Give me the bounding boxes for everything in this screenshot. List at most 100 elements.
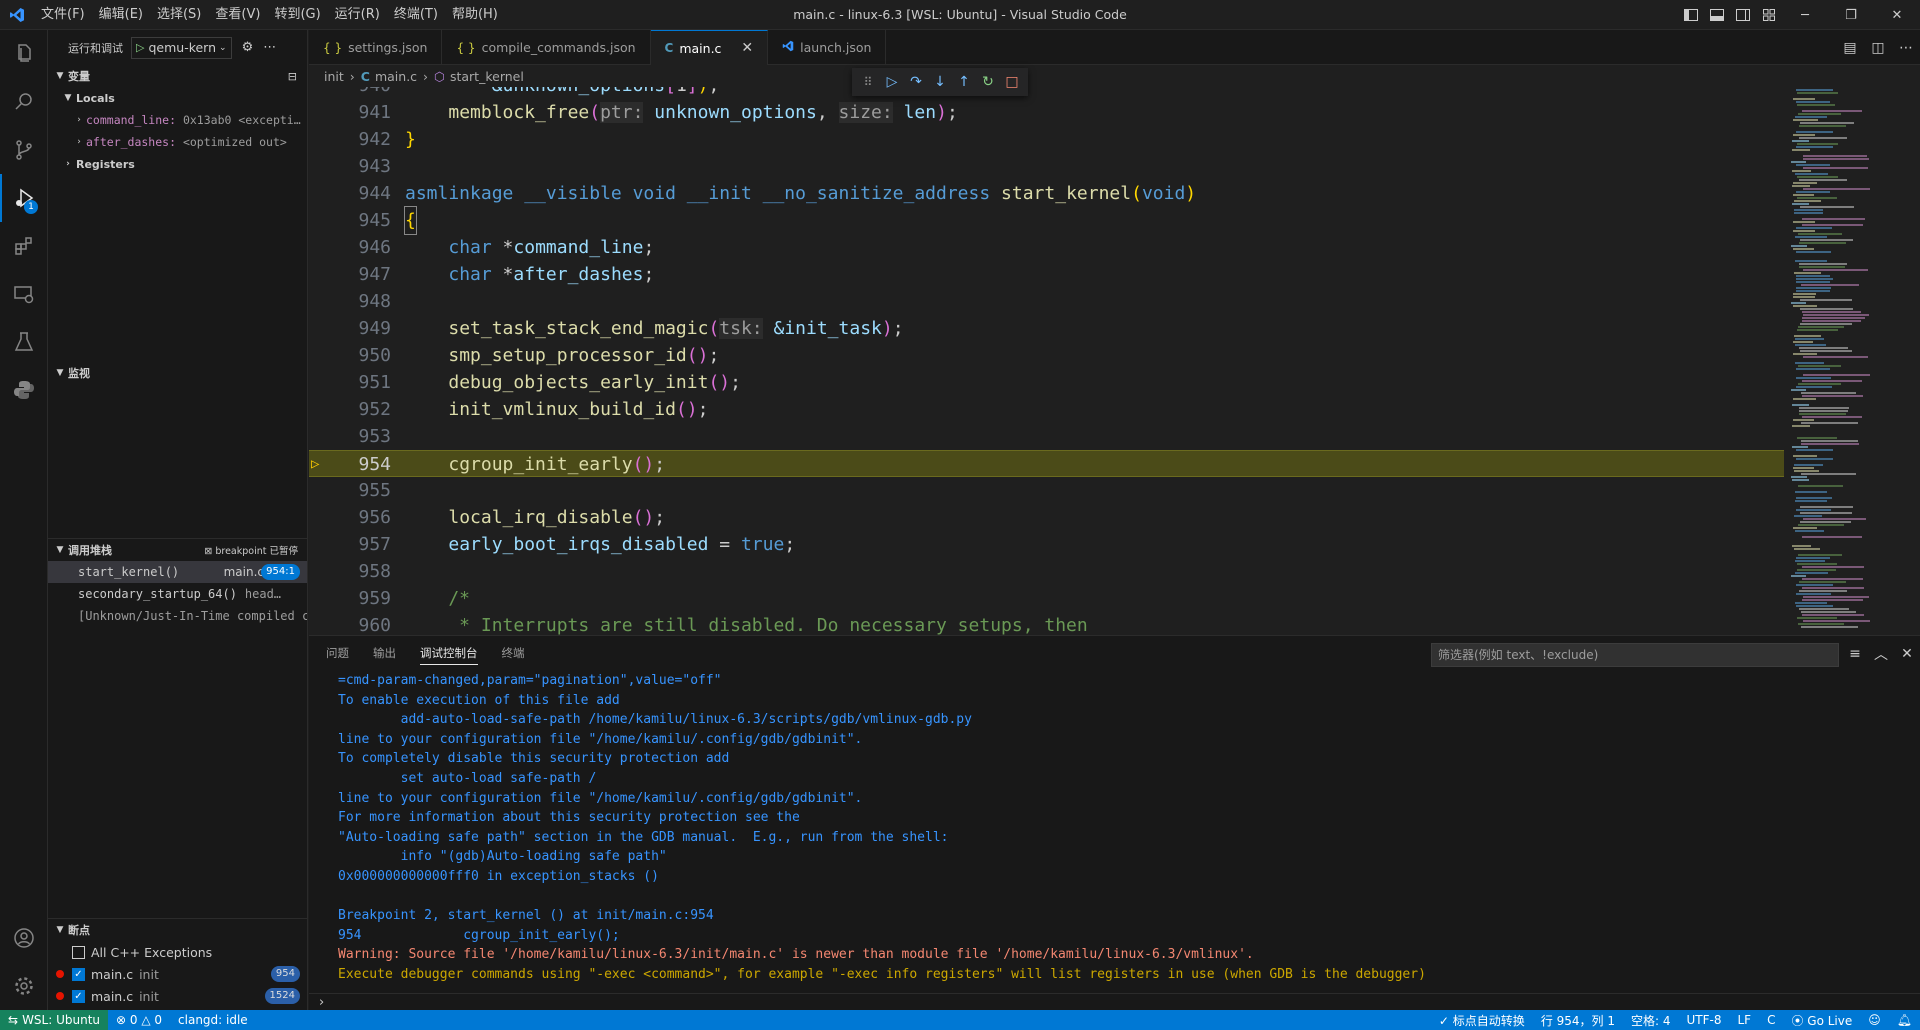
language-mode[interactable]: C	[1759, 1013, 1783, 1027]
breakpoint-checkbox[interactable]: ✓	[72, 967, 85, 981]
tab-output[interactable]: 输出	[373, 636, 396, 671]
toggle-panel-icon[interactable]	[1704, 0, 1730, 30]
tab-settings-json[interactable]: { } settings.json	[309, 30, 443, 65]
menu-terminal[interactable]: 终端(T)	[387, 0, 445, 30]
indentation[interactable]: 空格: 4	[1623, 1012, 1679, 1029]
testing-icon[interactable]	[0, 318, 48, 366]
more-actions-icon[interactable]: ⋯	[263, 40, 276, 55]
console-input[interactable]: ›	[309, 993, 1920, 1011]
toggle-sidebar-icon[interactable]	[1678, 0, 1704, 30]
accounts-icon[interactable]	[0, 914, 48, 962]
open-preview-icon[interactable]: ▤	[1836, 40, 1864, 56]
collapse-all-icon[interactable]: ⊟	[288, 70, 297, 83]
breakpoints-section-header[interactable]: ▼ 断点	[48, 919, 307, 941]
breadcrumb-file[interactable]: main.c	[375, 69, 417, 84]
explorer-icon[interactable]	[0, 30, 48, 78]
drag-handle-icon[interactable]: ⠿	[856, 75, 880, 89]
clear-console-icon[interactable]: ≡	[1842, 646, 1868, 662]
debug-console-output[interactable]: =cmd-param-changed,param="pagination",va…	[309, 671, 1920, 993]
stop-icon[interactable]: □	[1000, 74, 1024, 90]
registers-scope[interactable]: › Registers	[48, 153, 307, 175]
menu-file[interactable]: 文件(F)	[34, 0, 92, 30]
python-icon[interactable]	[0, 366, 48, 414]
extensions-icon[interactable]	[0, 222, 48, 270]
breakpoint-row[interactable]: All C++ Exceptions	[48, 941, 307, 963]
breadcrumb-folder[interactable]: init	[324, 69, 344, 84]
minimap-line	[1802, 395, 1863, 397]
breakpoint-checkbox[interactable]: ✓	[72, 989, 85, 1003]
split-editor-icon[interactable]: ◫	[1864, 40, 1892, 56]
variable-row[interactable]: › command_line: 0x13ab0 <excepti…	[48, 109, 307, 131]
close-tab-icon[interactable]: ✕	[741, 40, 753, 56]
notifications-bell-icon[interactable]: 🔔︎	[1889, 1013, 1920, 1027]
minimize-icon[interactable]: ─	[1782, 0, 1828, 30]
tab-compile-commands-json[interactable]: { } compile_commands.json	[442, 30, 651, 65]
menu-edit[interactable]: 编辑(E)	[92, 0, 150, 30]
minimap-line	[1793, 293, 1816, 295]
remote-indicator[interactable]: ⇆ WSL: Ubuntu	[0, 1010, 109, 1030]
cursor-position[interactable]: 行 954，列 1	[1533, 1012, 1623, 1029]
menu-selection[interactable]: 选择(S)	[150, 0, 208, 30]
breadcrumb-symbol[interactable]: start_kernel	[450, 69, 524, 84]
feedback-icon[interactable]: ☺	[1860, 1013, 1889, 1027]
minimap-line	[1799, 347, 1848, 349]
tab-terminal[interactable]: 终端	[502, 636, 525, 671]
gear-icon[interactable]: ⚙	[242, 40, 254, 55]
restart-icon[interactable]: ↻	[976, 74, 1000, 90]
step-over-icon[interactable]: ↷	[904, 74, 928, 90]
code-text: local_irq_disable();	[448, 507, 666, 528]
stack-frame-function: secondary_startup_64()	[78, 587, 237, 601]
console-filter-input[interactable]: 筛选器(例如 text、!exclude)	[1431, 643, 1839, 667]
toggle-secondary-sidebar-icon[interactable]	[1730, 0, 1756, 30]
customize-layout-icon[interactable]	[1756, 0, 1782, 30]
tab-launch-json[interactable]: launch.json	[768, 30, 887, 65]
menu-help[interactable]: 帮助(H)	[445, 0, 505, 30]
tab-problems[interactable]: 问题	[326, 636, 349, 671]
variable-row[interactable]: › after_dashes: <optimized out>	[48, 131, 307, 153]
menu-go[interactable]: 转到(G)	[267, 0, 327, 30]
stack-frame[interactable]: [Unknown/Just-In-Time compiled c	[48, 605, 307, 627]
minimap-line	[1802, 317, 1865, 319]
locals-scope[interactable]: ▼ Locals	[48, 87, 307, 109]
go-live-button[interactable]: ⦿ Go Live	[1783, 1012, 1860, 1029]
code-line: 952 init_vmlinux_build_id();	[309, 396, 1784, 423]
breakpoint-row[interactable]: ✓ main.c init 1524	[48, 985, 307, 1007]
variables-section-header[interactable]: ▼ 变量 ⊟	[48, 65, 307, 87]
remote-explorer-icon[interactable]	[0, 270, 48, 318]
stack-frame[interactable]: secondary_startup_64() head…	[48, 583, 307, 605]
manage-gear-icon[interactable]	[0, 962, 48, 1010]
problems-count[interactable]: ⊗ 0 △ 0	[108, 1013, 170, 1027]
menu-run[interactable]: 运行(R)	[328, 0, 387, 30]
breakpoint-checkbox[interactable]	[72, 945, 85, 959]
source-control-icon[interactable]	[0, 126, 48, 174]
encoding[interactable]: UTF-8	[1678, 1013, 1729, 1027]
callstack-section-header[interactable]: ▼ 调用堆栈 ⊠ breakpoint 已暂停	[48, 539, 307, 561]
code-editor[interactable]: 940 &unknown_options[1]); 941 memblock_f…	[309, 87, 1784, 635]
maximize-panel-icon[interactable]: ︿	[1868, 644, 1894, 664]
search-icon[interactable]	[0, 78, 48, 126]
start-debugging-icon[interactable]: ▷	[136, 41, 144, 54]
menu-view[interactable]: 查看(V)	[208, 0, 267, 30]
minimap[interactable]	[1784, 87, 1920, 635]
continue-icon[interactable]: ▷	[880, 74, 904, 90]
run-debug-icon[interactable]: 1	[0, 174, 48, 222]
step-out-icon[interactable]: ↑	[952, 74, 976, 90]
tab-debug-console[interactable]: 调试控制台	[420, 636, 478, 671]
end-of-line[interactable]: LF	[1729, 1013, 1759, 1027]
restore-icon[interactable]: ❐	[1828, 0, 1874, 30]
debug-sidebar: 运行和调试 ▷ qemu-kern ⌄ ⚙ ⋯ ▼ 变量 ⊟ ▼ Locals …	[48, 30, 308, 1010]
stack-frame[interactable]: start_kernel() main.c 954:1	[48, 561, 307, 583]
breakpoint-row[interactable]: ✓ main.c init 954	[48, 963, 307, 985]
clangd-status[interactable]: clangd: idle	[170, 1013, 256, 1027]
autodetect-status[interactable]: ✓ 标点自动转换	[1431, 1012, 1533, 1029]
go-live-label: Go Live	[1807, 1013, 1853, 1028]
tab-main-c[interactable]: Cmain.c ✕	[650, 30, 769, 65]
watch-section-header[interactable]: ▼ 监视	[48, 362, 307, 384]
close-panel-icon[interactable]: ✕	[1894, 646, 1920, 662]
step-into-icon[interactable]: ↓	[928, 74, 952, 90]
launch-config-select[interactable]: ▷ qemu-kern ⌄	[131, 36, 232, 59]
more-actions-icon[interactable]: ⋯	[1892, 40, 1920, 56]
code-line: 950 smp_setup_processor_id();	[309, 342, 1784, 369]
close-window-icon[interactable]: ✕	[1874, 0, 1920, 30]
minimap-line	[1796, 497, 1832, 499]
